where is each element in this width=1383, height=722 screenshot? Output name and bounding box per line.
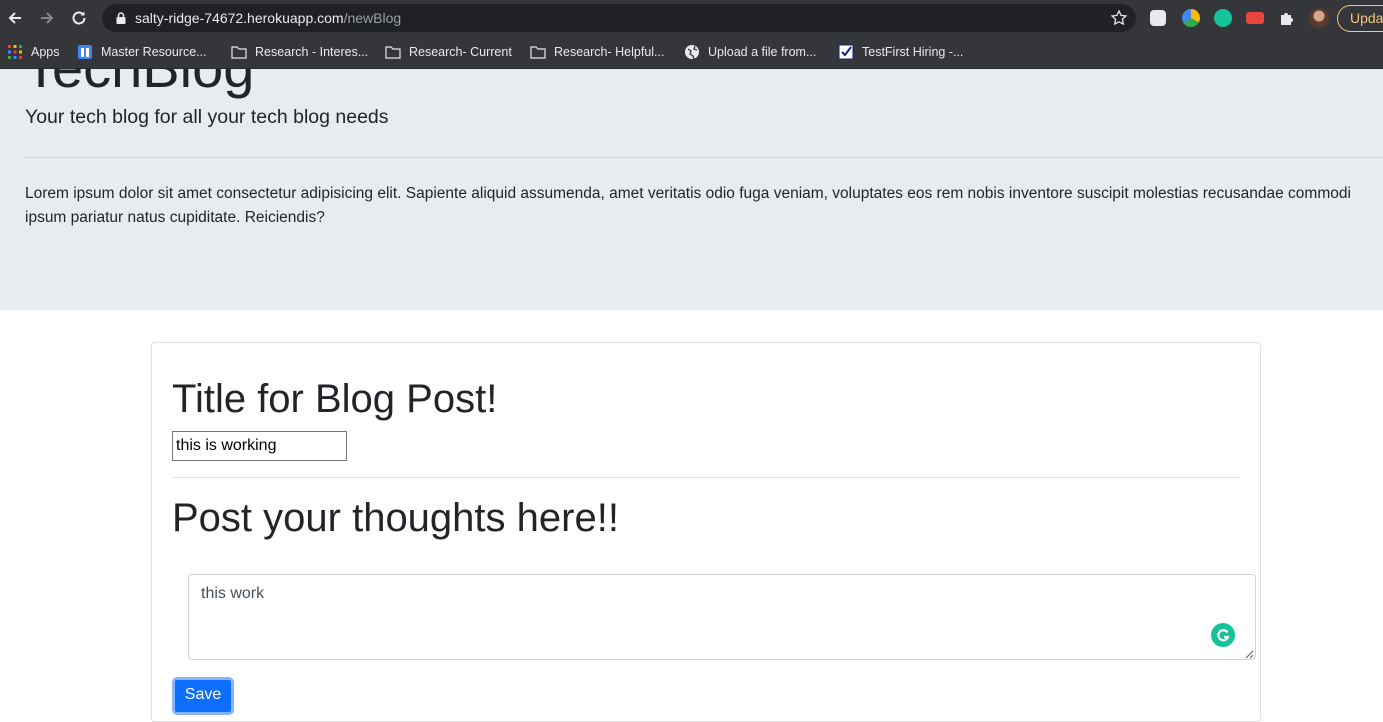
grammarly-icon[interactable] <box>1211 623 1235 647</box>
bookmark-label: Research - Interes... <box>255 45 369 59</box>
bookmark-label: Upload a file from... <box>708 45 817 59</box>
divider <box>172 477 1240 478</box>
bookmark-star-icon[interactable] <box>1110 9 1128 27</box>
doc-icon <box>78 45 92 59</box>
url-path: /newBlog <box>343 10 402 26</box>
bookmark-label: TestFirst Hiring -... <box>862 45 964 59</box>
bookmark-research-helpful[interactable]: Research- Helpful... <box>530 43 664 61</box>
intro-paragraph: Lorem ipsum dolor sit amet consectetur a… <box>25 185 1351 226</box>
bookmark-research-current[interactable]: Research- Current <box>385 43 512 61</box>
profile-avatar[interactable] <box>1309 8 1329 28</box>
apps-grid-icon <box>8 45 22 59</box>
extensions-puzzle-icon[interactable] <box>1278 9 1296 27</box>
folder-icon <box>530 46 546 59</box>
url-text: salty-ridge-74672.herokuapp.com/newBlog <box>135 10 401 26</box>
globe-icon <box>685 45 699 60</box>
site-tagline: Your tech blog for all your tech blog ne… <box>25 106 389 128</box>
resize-handle-icon[interactable] <box>1244 649 1254 659</box>
extension-video-icon[interactable] <box>1246 12 1264 24</box>
post-heading: Post your thoughts here!! <box>172 496 619 540</box>
extension-chat-icon[interactable] <box>1150 10 1166 26</box>
bookmark-research-interesting[interactable]: Research - Interes... <box>231 43 368 61</box>
browser-toolbar: salty-ridge-74672.herokuapp.com/newBlog … <box>0 0 1383 36</box>
folder-icon <box>385 46 401 59</box>
forward-arrow-icon[interactable] <box>35 6 59 30</box>
folder-icon <box>231 46 247 59</box>
url-host: salty-ridge-74672.herokuapp.com <box>135 10 344 26</box>
extension-grammarly-icon[interactable] <box>1214 9 1232 27</box>
update-button[interactable]: Upda <box>1337 5 1383 32</box>
bookmark-label: Master Resource... <box>101 45 207 59</box>
title-heading: Title for Blog Post! <box>172 377 498 421</box>
bookmark-label: Research- Helpful... <box>554 45 665 59</box>
address-bar[interactable]: salty-ridge-74672.herokuapp.com/newBlog <box>102 4 1136 32</box>
jumbotron: TechBlog Your tech blog for all your tec… <box>0 69 1383 310</box>
bookmark-upload-file[interactable]: Upload a file from... <box>684 43 816 61</box>
bookmark-master-resource[interactable]: Master Resource... <box>77 43 207 61</box>
bookmark-apps[interactable]: Apps <box>7 43 60 61</box>
checkbox-icon <box>838 44 854 60</box>
new-blog-card: Title for Blog Post! Post your thoughts … <box>151 342 1261 722</box>
reload-icon[interactable] <box>67 6 91 30</box>
bookmark-label: Apps <box>31 45 60 59</box>
save-button[interactable]: Save <box>172 677 234 715</box>
extension-drive-icon[interactable] <box>1182 9 1200 27</box>
bookmarks-bar: Apps Master Resource... Research - Inter… <box>0 36 1383 69</box>
bookmark-testfirst[interactable]: TestFirst Hiring -... <box>838 43 963 61</box>
site-brand: TechBlog <box>24 69 254 100</box>
bookmark-label: Research- Current <box>409 45 512 59</box>
lock-icon <box>116 12 126 24</box>
divider <box>25 157 1383 158</box>
back-arrow-icon[interactable] <box>3 6 27 30</box>
blog-body-textarea[interactable]: this work <box>188 574 1256 660</box>
blog-title-input[interactable] <box>172 431 347 461</box>
